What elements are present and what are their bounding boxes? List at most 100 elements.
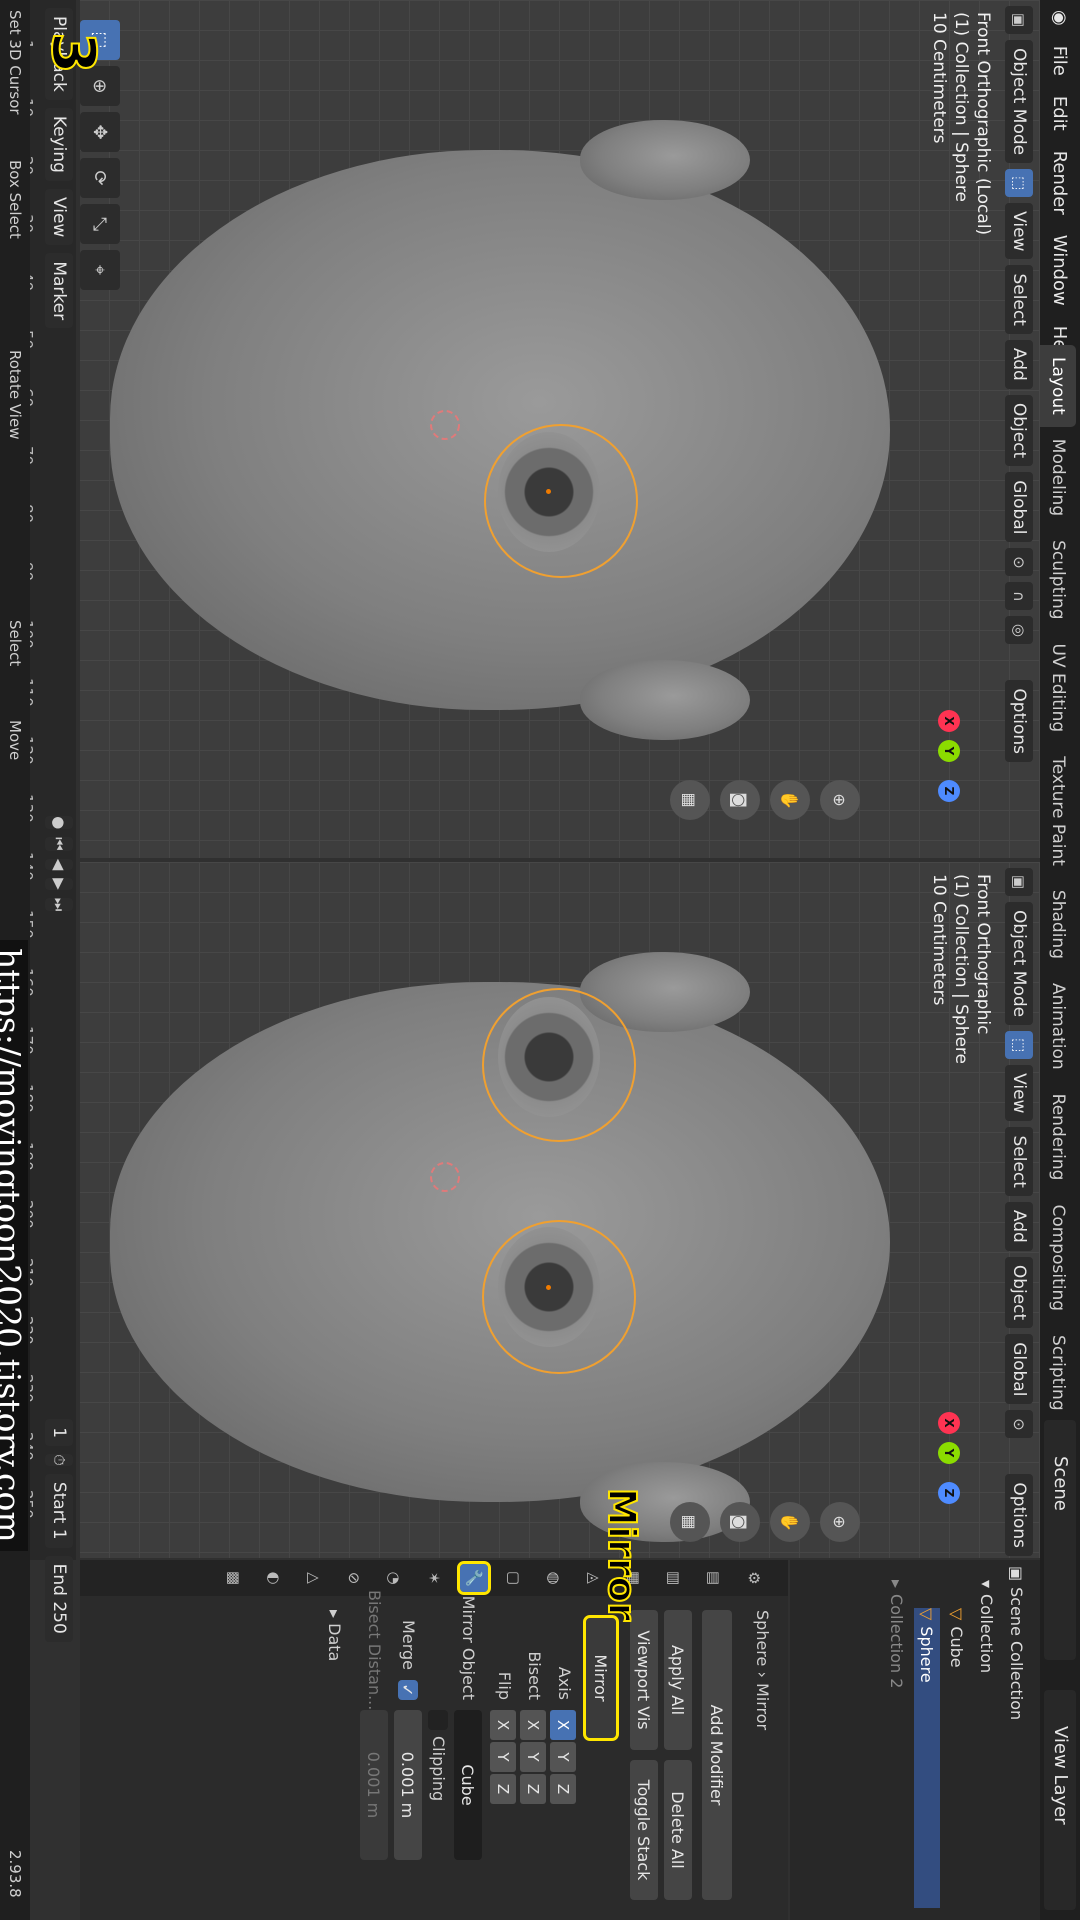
merge-checkbox[interactable]: ✓ <box>398 1680 418 1700</box>
pan-hand-icon[interactable]: ✋ <box>770 780 810 820</box>
stopwatch-icon[interactable]: ⏱ <box>45 1454 73 1466</box>
mirror-object-field[interactable]: Cube <box>454 1710 482 1860</box>
flip-z-toggle[interactable]: Z <box>490 1774 516 1804</box>
blender-logo-icon[interactable]: ◉ <box>1050 0 1071 36</box>
menu-file[interactable]: File <box>1050 36 1071 86</box>
mode-dropdown[interactable]: Object Mode <box>1005 40 1033 164</box>
orientation-dropdown[interactable]: Global <box>1005 1334 1033 1405</box>
view-menu[interactable]: View <box>1005 1065 1033 1122</box>
constraints-tab-icon[interactable]: ⊘ <box>340 1564 368 1592</box>
tab-texture-paint[interactable]: Texture Paint <box>1040 744 1076 878</box>
scale-tool-icon[interactable]: ⤡ <box>80 204 120 244</box>
select-menu[interactable]: Select <box>1005 1127 1033 1196</box>
object-menu[interactable]: Object <box>1005 1256 1033 1329</box>
add-menu[interactable]: Add <box>1005 339 1033 389</box>
select-box-icon[interactable]: ⬚ <box>1005 1031 1033 1060</box>
marker-menu[interactable]: Marker <box>45 253 73 329</box>
add-menu[interactable]: Add <box>1005 1201 1033 1251</box>
axis-y-toggle[interactable]: Y <box>550 1742 576 1772</box>
tab-modeling[interactable]: Modeling <box>1040 427 1076 528</box>
physics-tab-icon[interactable]: ◔ <box>380 1564 408 1592</box>
modifier-name-field[interactable]: Mirror <box>585 1606 617 1750</box>
editor-type-icon[interactable]: ▣ <box>1005 868 1033 896</box>
object-menu[interactable]: Object <box>1005 394 1033 467</box>
menu-window[interactable]: Window <box>1050 225 1071 316</box>
add-modifier-button[interactable]: Add Modifier <box>702 1610 732 1900</box>
scene-selector[interactable]: Scene <box>1044 1420 1076 1660</box>
outliner-item-cube[interactable]: ▽ Cube <box>944 1608 970 1668</box>
viewport-right[interactable]: ▣ Object Mode ⬚ View Select Add Object G… <box>80 862 1040 1558</box>
gizmo-x-axis[interactable]: X <box>938 1412 960 1434</box>
record-icon[interactable]: ● <box>45 816 73 830</box>
zoom-icon[interactable]: ⊕ <box>820 1502 860 1542</box>
axis-z-toggle[interactable]: Z <box>550 1774 576 1804</box>
tab-layout[interactable]: Layout <box>1040 345 1076 427</box>
select-box-icon[interactable]: ⬚ <box>1005 169 1033 198</box>
orientation-dropdown[interactable]: Global <box>1005 472 1033 543</box>
data-subpanel[interactable]: ▸ Data <box>325 1610 344 1661</box>
viewport-left[interactable]: ▣ Object Mode ⬚ View Select Add Object G… <box>80 0 1040 858</box>
play-reverse-icon[interactable]: ◀ <box>45 858 73 871</box>
gizmo-z-axis[interactable]: Z <box>938 1482 960 1504</box>
tab-animation[interactable]: Animation <box>1040 971 1076 1082</box>
rotate-tool-icon[interactable]: ⟳ <box>80 158 120 198</box>
merge-distance-field[interactable]: 0.001 m <box>394 1710 422 1860</box>
viewport-vis-button[interactable]: Viewport Vis <box>630 1610 658 1750</box>
perspective-grid-icon[interactable]: ▦ <box>670 1502 710 1542</box>
select-menu[interactable]: Select <box>1005 265 1033 334</box>
axis-x-toggle[interactable]: X <box>550 1710 576 1740</box>
data-tab-icon[interactable]: △ <box>300 1564 328 1592</box>
menu-edit[interactable]: Edit <box>1050 86 1071 141</box>
collection2-row[interactable]: ▸ Collection 2 <box>884 1580 910 1688</box>
tab-compositing[interactable]: Compositing <box>1040 1192 1076 1323</box>
bisect-x-toggle[interactable]: X <box>520 1710 546 1740</box>
current-frame-field[interactable]: 1 <box>45 1419 73 1447</box>
options-dropdown[interactable]: Options <box>1005 680 1033 763</box>
scene-collection-row[interactable]: ▣ Scene Collection <box>1004 1566 1030 1720</box>
material-tab-icon[interactable]: ◐ <box>260 1564 288 1592</box>
zoom-icon[interactable]: ⊕ <box>820 780 860 820</box>
texture-tab-icon[interactable]: ▩ <box>220 1564 248 1592</box>
bisect-y-toggle[interactable]: Y <box>520 1742 546 1772</box>
jump-end-icon[interactable]: ⏭ <box>45 897 73 912</box>
clipping-checkbox[interactable] <box>428 1710 448 1730</box>
tool-tab-icon[interactable]: ⚙ <box>740 1564 768 1592</box>
bisect-distance-field[interactable]: 0.001 m <box>360 1710 388 1860</box>
menu-render[interactable]: Render <box>1050 141 1071 225</box>
move-tool-icon[interactable]: ✥ <box>80 112 120 152</box>
pan-hand-icon[interactable]: ✋ <box>770 1502 810 1542</box>
pivot-icon[interactable]: ⊙ <box>1005 1410 1033 1439</box>
tab-scripting[interactable]: Scripting <box>1040 1323 1076 1423</box>
keying-menu[interactable]: Keying <box>45 107 73 181</box>
view-menu[interactable]: View <box>1005 203 1033 260</box>
mode-dropdown[interactable]: Object Mode <box>1005 902 1033 1026</box>
flip-x-toggle[interactable]: X <box>490 1710 516 1740</box>
output-tab-icon[interactable]: ▥ <box>660 1564 688 1592</box>
apply-all-button[interactable]: Apply All <box>664 1610 692 1750</box>
flip-y-toggle[interactable]: Y <box>490 1742 516 1772</box>
world-tab-icon[interactable]: ◍ <box>540 1564 568 1592</box>
toggle-stack-button[interactable]: Toggle Stack <box>630 1760 658 1900</box>
view-layer-selector[interactable]: View Layer <box>1044 1690 1076 1910</box>
perspective-grid-icon[interactable]: ▦ <box>670 780 710 820</box>
tab-sculpting[interactable]: Sculpting <box>1040 528 1076 631</box>
view-menu[interactable]: View <box>45 188 73 246</box>
tab-uv-editing[interactable]: UV Editing <box>1040 632 1076 745</box>
snap-icon[interactable]: ∩ <box>1005 582 1033 611</box>
start-frame-field[interactable]: Start 1 <box>45 1473 73 1548</box>
tab-shading[interactable]: Shading <box>1040 878 1076 971</box>
jump-start-icon[interactable]: ⏮ <box>45 837 73 851</box>
proportional-edit-icon[interactable]: ◎ <box>1005 616 1033 645</box>
editor-type-icon[interactable]: ▣ <box>1005 6 1033 34</box>
gizmo-y-axis[interactable]: Y <box>938 1442 960 1464</box>
options-dropdown[interactable]: Options <box>1005 1474 1033 1557</box>
tab-rendering[interactable]: Rendering <box>1040 1082 1076 1193</box>
end-frame-field[interactable]: End 250 <box>45 1555 73 1642</box>
delete-all-button[interactable]: Delete All <box>664 1760 692 1900</box>
render-tab-icon[interactable]: ▤ <box>700 1564 728 1592</box>
play-icon[interactable]: ▶ <box>45 878 73 890</box>
bisect-z-toggle[interactable]: Z <box>520 1774 546 1804</box>
outliner-item-sphere[interactable]: ▽ Sphere <box>914 1608 940 1908</box>
camera-view-icon[interactable]: ◙ <box>720 780 760 820</box>
gizmo-y-axis[interactable]: Y <box>938 740 960 762</box>
